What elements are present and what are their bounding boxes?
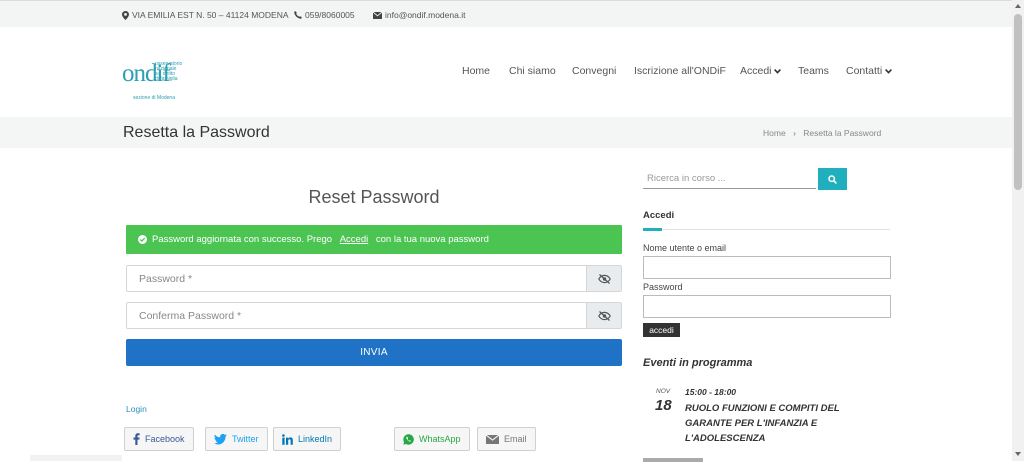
search-button[interactable] — [818, 168, 847, 190]
footer-edge — [30, 455, 122, 461]
sidebar-login-button[interactable]: accedi — [643, 323, 680, 337]
nav-teams[interactable]: Teams — [798, 65, 829, 77]
nav-contatti-label: Contatti — [846, 65, 883, 77]
share-linkedin-label: LinkedIn — [298, 434, 333, 444]
email-text: info@ondif.modena.it — [385, 10, 466, 20]
page-title-bar: Resetta la Password Home › Resetta la Pa… — [0, 117, 1012, 148]
login-widget-title: Accedi — [643, 210, 675, 221]
alert-text-prefix: Password aggiornata con successo. Prego — [152, 234, 335, 245]
eye-slash-icon — [597, 273, 611, 284]
share-whatsapp-button[interactable]: WhatsApp — [394, 427, 470, 451]
share-twitter-button[interactable]: Twitter — [205, 427, 268, 451]
facebook-icon — [133, 433, 140, 445]
reset-password-heading: Reset Password — [308, 187, 440, 207]
scrollbar-thumb[interactable] — [1014, 14, 1022, 190]
nav-iscrizione[interactable]: Iscrizione all'ONDiF — [634, 65, 726, 77]
email-item[interactable]: info@ondif.modena.it — [373, 10, 465, 20]
page-title: Resetta la Password — [123, 124, 270, 141]
chevron-down-icon — [774, 69, 782, 74]
alert-accedi-link[interactable]: Accedi — [340, 234, 369, 245]
site-logo[interactable]: ondif osservatorio nazionale sul diritto… — [122, 41, 192, 103]
widget-divider-accent — [643, 228, 662, 231]
page-scrollbar[interactable] — [1012, 0, 1024, 461]
password-input[interactable] — [139, 266, 569, 291]
share-email-label: Email — [504, 434, 527, 444]
share-facebook-label: Facebook — [145, 434, 185, 444]
share-email-button[interactable]: Email — [477, 427, 536, 451]
sidebar-password-input[interactable] — [643, 295, 891, 318]
sidebar-password-label: Password — [643, 282, 683, 292]
breadcrumb: Home › Resetta la Password — [763, 128, 881, 138]
chevron-down-icon — [885, 69, 893, 74]
whatsapp-icon — [403, 433, 414, 445]
login-link[interactable]: Login — [126, 404, 147, 414]
phone-item[interactable]: 059/8060005 — [294, 10, 355, 20]
twitter-icon — [214, 433, 227, 444]
phone-icon — [294, 11, 302, 19]
map-marker-icon — [122, 10, 129, 20]
nav-home[interactable]: Home — [462, 65, 490, 77]
search-input[interactable] — [643, 168, 816, 189]
success-alert: Password aggiornata con successo. Prego … — [126, 225, 622, 254]
confirm-password-input[interactable] — [139, 303, 569, 328]
eye-slash-icon — [597, 310, 611, 321]
nav-accedi[interactable]: Accedi — [740, 65, 782, 77]
logo-line-4: di famiglia — [155, 76, 178, 82]
widget-divider — [643, 229, 890, 230]
events-title: Eventi in programma — [643, 357, 753, 369]
username-label: Nome utente o email — [643, 243, 727, 253]
check-circle-icon — [138, 235, 147, 244]
breadcrumb-current: Resetta la Password — [803, 128, 882, 138]
nav-chi-siamo[interactable]: Chi siamo — [509, 65, 556, 77]
password-field — [126, 265, 622, 292]
event-day: 18 — [655, 397, 672, 414]
phone-text: 059/8060005 — [305, 10, 355, 20]
share-linkedin-button[interactable]: LinkedIn — [273, 427, 342, 451]
scroll-up-arrow-icon[interactable] — [1015, 4, 1021, 8]
top-bar: VIA EMILIA EST N. 50 – 41124 MODENA 059/… — [0, 0, 1012, 28]
nav-accedi-label: Accedi — [740, 65, 772, 77]
nav-contatti[interactable]: Contatti — [846, 65, 893, 77]
ondif-logo-icon: ondif osservatorio nazionale sul diritto… — [122, 60, 182, 101]
event-month: NOV — [656, 388, 671, 395]
search-icon — [828, 174, 837, 184]
next-event-cutoff — [643, 456, 723, 462]
share-whatsapp-label: WhatsApp — [419, 434, 461, 444]
envelope-icon — [373, 11, 382, 19]
submit-button[interactable]: INVIA — [126, 339, 622, 366]
logo-section: sezione di Modena — [133, 95, 175, 101]
confirm-password-field — [126, 302, 622, 329]
username-input[interactable] — [643, 256, 891, 279]
alert-text-suffix: con la tua nuova password — [373, 234, 489, 245]
toggle-confirm-visibility[interactable] — [586, 303, 621, 328]
breadcrumb-separator: › — [793, 128, 796, 138]
site-header: ondif osservatorio nazionale sul diritto… — [0, 27, 1012, 117]
address-item: VIA EMILIA EST N. 50 – 41124 MODENA — [122, 10, 289, 20]
nav-convegni[interactable]: Convegni — [572, 65, 616, 77]
share-facebook-button[interactable]: Facebook — [124, 427, 194, 451]
event-time: 15:00 - 18:00 — [685, 387, 737, 397]
envelope-icon — [486, 434, 499, 444]
event-title-link[interactable]: RUOLO FUNZIONI E COMPITI DEL GARANTE PER… — [685, 401, 885, 446]
toggle-password-visibility[interactable] — [586, 266, 621, 291]
address-text: VIA EMILIA EST N. 50 – 41124 MODENA — [132, 10, 289, 20]
linkedin-icon — [282, 433, 293, 445]
breadcrumb-home[interactable]: Home — [763, 128, 786, 138]
share-twitter-label: Twitter — [232, 434, 259, 444]
scroll-down-arrow-icon[interactable] — [1015, 452, 1021, 456]
